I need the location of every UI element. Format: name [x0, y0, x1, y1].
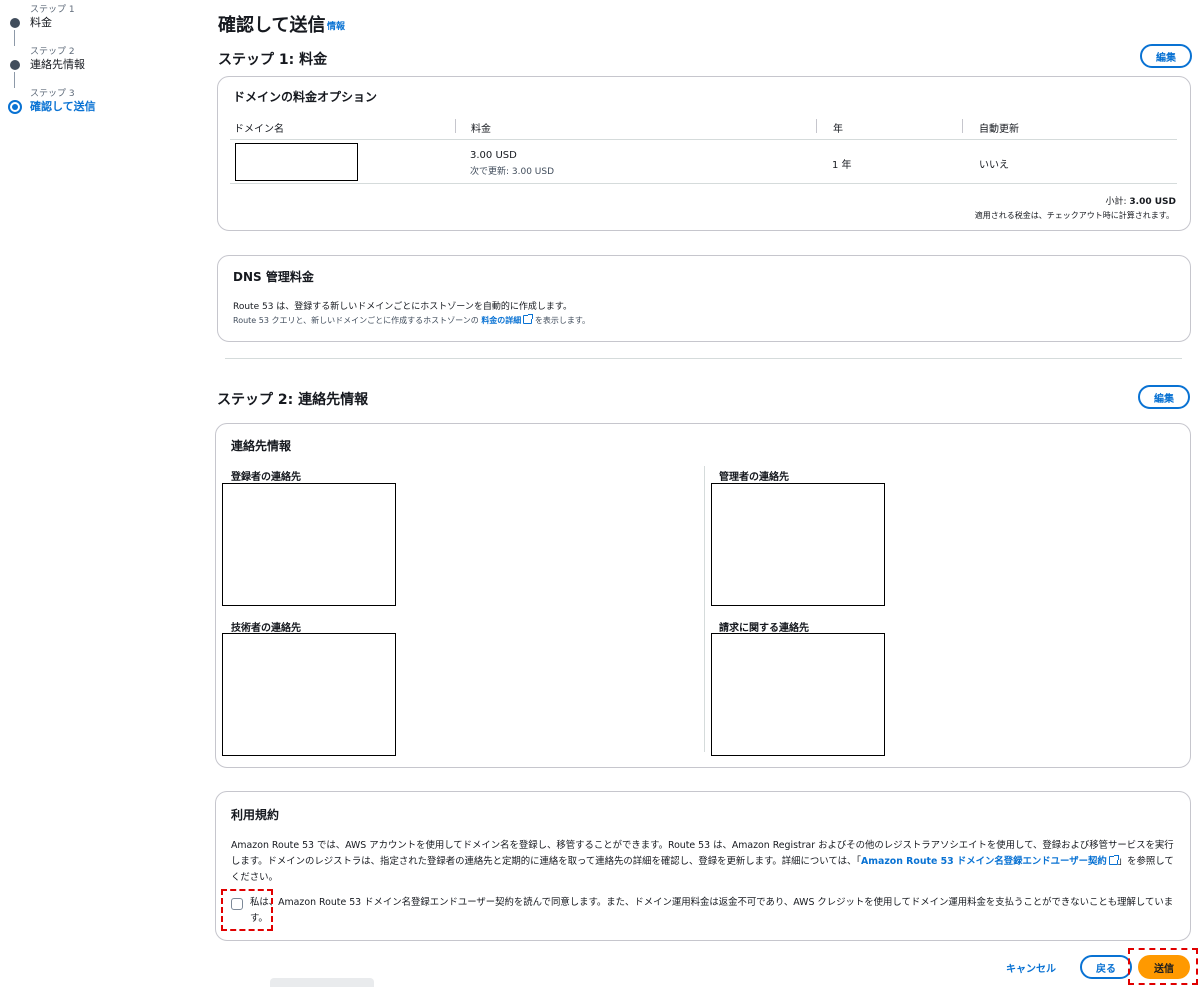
step-1-dot-icon [10, 18, 20, 28]
col-auto-renew: 自動更新 [979, 124, 1019, 135]
registrant-contact-redacted [222, 483, 396, 606]
external-link-icon [1108, 855, 1119, 865]
step-3-label: 確認して送信 [30, 100, 96, 113]
step-1[interactable]: ステップ 1 料金 [10, 4, 130, 46]
dns-note-pre: Route 53 クエリと、新しいドメインごとに作成するホストゾーンの [233, 316, 479, 325]
step-2-number: ステップ 2 [30, 47, 75, 57]
back-button[interactable]: 戻る [1080, 955, 1132, 979]
col-separator [962, 119, 963, 133]
step1-title: ステップ 1: 料金 [218, 52, 328, 68]
step1-edit-button[interactable]: 編集 [1140, 44, 1192, 68]
subtotal-value: 3.00 USD [1129, 197, 1176, 207]
renew-price: 次で更新: 3.00 USD [470, 167, 555, 177]
pricing-details-link-text[interactable]: 料金の詳細 [481, 316, 521, 325]
col-separator [455, 119, 456, 133]
info-link[interactable]: 情報 [327, 19, 345, 32]
bottom-scroll-tab [270, 978, 374, 987]
step-connector [14, 72, 15, 88]
step-2[interactable]: ステップ 2 連絡先情報 [10, 46, 130, 88]
tos-title: 利用規約 [231, 808, 280, 822]
tos-agreement-link-text[interactable]: Amazon Route 53 ドメイン名登録エンドユーザー契約 [861, 856, 1107, 867]
step-3-number: ステップ 3 [30, 89, 75, 99]
external-link-icon [523, 314, 534, 324]
submit-highlight [1128, 948, 1198, 985]
dns-description: Route 53 は、登録する新しいドメインごとにホストゾーンを自動的に作成しま… [233, 302, 572, 312]
subtotal-label: 小計: [1105, 197, 1127, 207]
subtotal: 小計: 3.00 USD [1105, 194, 1176, 207]
tech-contact-label: 技術者の連絡先 [231, 623, 301, 634]
dns-note-post: を表示します。 [534, 316, 591, 325]
step-1-label[interactable]: 料金 [30, 16, 130, 30]
agree-label[interactable]: 私は、Amazon Route 53 ドメイン名登録エンドユーザー契約を読んで同… [250, 895, 1175, 927]
admin-contact-label: 管理者の連絡先 [719, 472, 789, 483]
col-price: 料金 [471, 124, 491, 135]
tax-note: 適用される税金は、チェックアウト時に計算されます。 [974, 211, 1174, 220]
step-1-number: ステップ 1 [30, 5, 75, 15]
step2-title: ステップ 2: 連絡先情報 [217, 392, 369, 408]
section-divider [225, 358, 1182, 359]
dns-note: Route 53 クエリと、新しいドメインごとに作成するホストゾーンの 料金の詳… [233, 314, 591, 326]
col-domain-name: ドメイン名 [234, 124, 284, 135]
domain-name-redacted [235, 143, 358, 181]
step-3-current-icon [8, 100, 22, 114]
step-2-dot-icon [10, 60, 20, 70]
step-3: ステップ 3 確認して送信 [8, 88, 130, 130]
col-years: 年 [833, 124, 843, 135]
billing-contact-redacted [711, 633, 885, 756]
wizard-steps: ステップ 1 料金 ステップ 2 連絡先情報 ステップ 3 確認して送信 [8, 4, 130, 130]
checkbox-highlight [221, 889, 273, 931]
step-2-label[interactable]: 連絡先情報 [30, 58, 130, 72]
registrant-contact-label: 登録者の連絡先 [231, 472, 301, 483]
page-title: 確認して送信 [218, 15, 326, 36]
tech-contact-redacted [222, 633, 396, 756]
tos-body: Amazon Route 53 では、AWS アカウントを使用してドメイン名を登… [231, 838, 1176, 886]
tos-agreement-link[interactable]: Amazon Route 53 ドメイン名登録エンドユーザー契約 [861, 855, 1119, 867]
years-value: 1 年 [832, 160, 852, 171]
contact-card-title: 連絡先情報 [231, 439, 292, 453]
dns-card-title: DNS 管理料金 [233, 270, 314, 284]
table-bottom-divider [230, 183, 1177, 184]
pricing-details-link[interactable]: 料金の詳細 [481, 314, 534, 325]
pricing-card-title: ドメインの料金オプション [233, 90, 378, 104]
step2-edit-button[interactable]: 編集 [1138, 385, 1190, 409]
step-connector [14, 30, 15, 46]
billing-contact-label: 請求に関する連絡先 [719, 623, 809, 634]
contact-column-divider [704, 466, 705, 752]
cancel-button[interactable]: キャンセル [1006, 960, 1056, 975]
admin-contact-redacted [711, 483, 885, 606]
auto-renew-value: いいえ [979, 160, 1009, 171]
table-header-divider [230, 139, 1177, 140]
col-separator [816, 119, 817, 133]
price-value: 3.00 USD [470, 150, 517, 161]
